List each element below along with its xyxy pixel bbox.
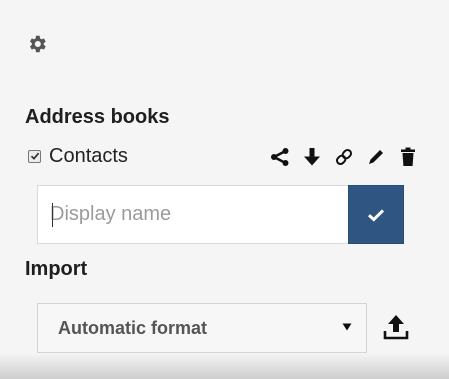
dropdown-arrow-icon [342,323,352,331]
gear-icon[interactable] [26,33,48,55]
contacts-settings-panel: Address books Contacts Display name Impo… [0,0,449,379]
share-icon[interactable] [270,146,290,168]
upload-icon[interactable] [383,313,409,341]
contacts-label: Contacts [49,144,128,167]
download-icon[interactable] [302,146,322,168]
checkmark-icon [367,208,385,222]
confirm-button[interactable] [348,185,404,244]
check-mark-icon [30,152,39,160]
trash-icon[interactable] [398,146,418,168]
address-book-actions [270,146,418,168]
bottom-shadow [0,353,449,379]
import-heading: Import [25,258,88,280]
text-caret [52,203,53,227]
new-address-book-form [37,185,404,244]
contacts-checkbox[interactable] [28,149,41,163]
import-format-select[interactable]: Automatic format [37,303,367,353]
pencil-icon[interactable] [366,146,386,168]
display-name-input[interactable] [38,186,350,243]
address-book-item-contacts: Contacts [28,144,128,168]
link-icon[interactable] [334,146,354,168]
address-books-heading: Address books [25,106,170,128]
import-format-value: Automatic format [58,317,208,338]
